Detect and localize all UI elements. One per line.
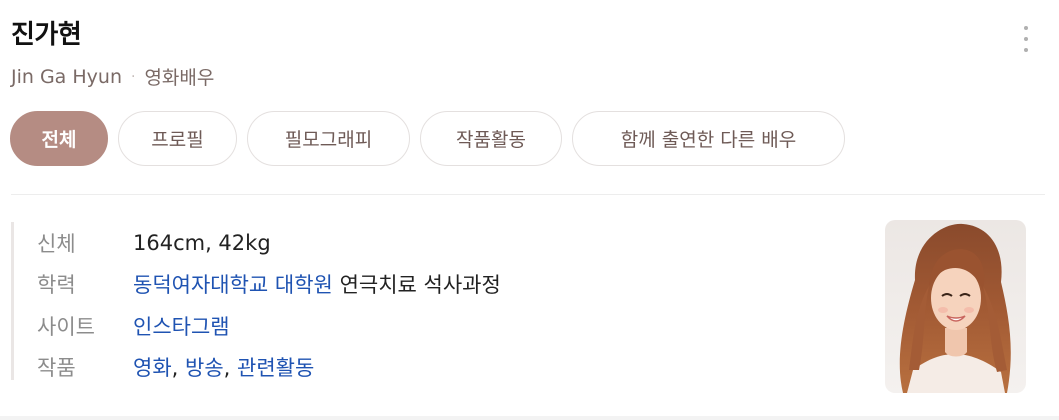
info-value-works: 영화, 방송, 관련활동: [133, 352, 314, 382]
instagram-link[interactable]: 인스타그램: [133, 315, 230, 339]
tab-all[interactable]: 전체: [10, 111, 108, 166]
subtitle-separator: ·: [131, 68, 136, 85]
profile-name: 진가현: [11, 20, 82, 50]
romanized-name: Jin Ga Hyun: [11, 65, 122, 88]
works-separator: ,: [223, 356, 237, 381]
tab-profile[interactable]: 프로필: [118, 111, 237, 166]
tab-co-stars[interactable]: 함께 출연한 다른 배우: [572, 111, 845, 166]
works-movie-link[interactable]: 영화: [133, 356, 172, 380]
info-label-body: 신체: [37, 231, 76, 256]
tab-bar: 전체 프로필 필모그래피 작품활동 함께 출연한 다른 배우: [10, 111, 845, 166]
info-label-works: 작품: [37, 356, 76, 381]
profile-photo[interactable]: [885, 220, 1026, 393]
info-row-body: 신체 164cm, 42kg: [37, 222, 501, 264]
card-bottom-border: [0, 416, 1059, 420]
info-value-site: 인스타그램: [133, 311, 230, 341]
tab-filmography[interactable]: 필모그래피: [247, 111, 410, 166]
info-label-education: 학력: [37, 273, 76, 298]
section-divider: [11, 194, 1045, 195]
profile-info-list: 신체 164cm, 42kg 학력 동덕여자대학교 대학원 연극치료 석사과정 …: [11, 222, 501, 380]
info-value-body: 164cm, 42kg: [133, 230, 271, 255]
profile-card: 진가현 Jin Ga Hyun · 영화배우 전체 프로필 필모그래피 작품활동…: [0, 0, 1059, 420]
more-options-icon[interactable]: [1021, 26, 1031, 52]
info-row-education: 학력 동덕여자대학교 대학원 연극치료 석사과정: [37, 264, 501, 306]
works-activities-link[interactable]: 관련활동: [237, 356, 314, 380]
profile-subtitle: Jin Ga Hyun · 영화배우: [11, 63, 214, 90]
info-value-education: 동덕여자대학교 대학원 연극치료 석사과정: [133, 269, 501, 299]
info-row-works: 작품 영화, 방송, 관련활동: [37, 347, 501, 389]
education-program: 연극치료 석사과정: [339, 273, 501, 298]
works-separator: ,: [171, 356, 185, 381]
info-label-site: 사이트: [37, 314, 95, 339]
works-broadcast-link[interactable]: 방송: [185, 356, 224, 380]
occupation: 영화배우: [144, 67, 215, 89]
education-school-link[interactable]: 동덕여자대학교 대학원: [133, 273, 333, 297]
info-row-site: 사이트 인스타그램: [37, 305, 501, 347]
tab-activities[interactable]: 작품활동: [420, 111, 562, 166]
